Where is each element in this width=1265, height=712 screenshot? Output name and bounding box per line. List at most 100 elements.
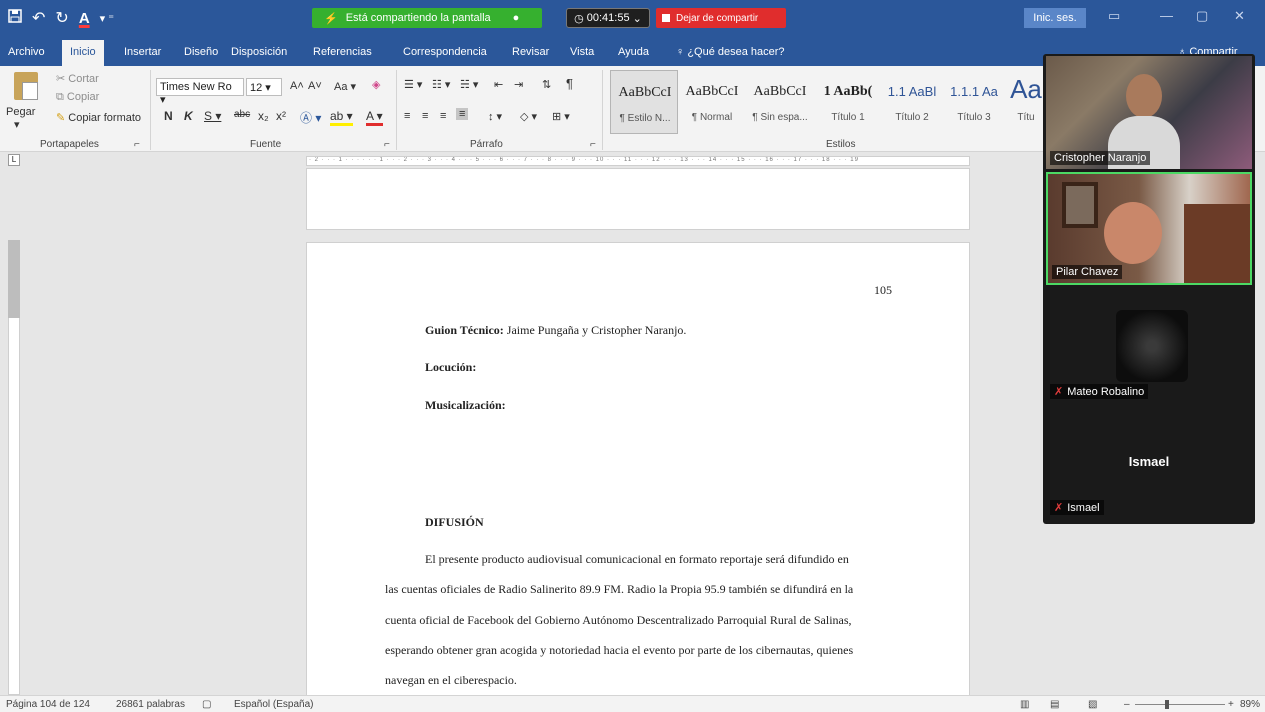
redo-icon[interactable]: ↻ <box>55 8 68 28</box>
undo-icon[interactable]: ↶ <box>32 8 45 28</box>
grow-font-icon[interactable]: A˄ <box>290 80 304 92</box>
zoom-slider-thumb[interactable] <box>1165 700 1169 709</box>
style-name: Título 1 <box>831 112 865 123</box>
save-icon[interactable] <box>8 8 22 28</box>
highlight-icon[interactable]: ab ▾ <box>330 109 353 126</box>
style-titulo-2[interactable]: 1.1 AaBl Título 2 <box>878 70 946 134</box>
paragraph-dialog-launcher-icon[interactable]: ⌐ <box>590 139 596 150</box>
stop-share-button[interactable]: Dejar de compartir <box>656 8 786 28</box>
change-case-button[interactable]: Aa ▾ <box>334 80 356 93</box>
zoom-level[interactable]: 89% <box>1240 699 1260 710</box>
customize-icon[interactable]: ▾ ⁼ <box>100 12 114 25</box>
subscript-icon[interactable]: x₂ <box>258 109 269 123</box>
font-color-icon[interactable]: A <box>79 10 90 27</box>
word-count[interactable]: 26861 palabras <box>116 699 185 710</box>
style-name: Título 3 <box>957 112 991 123</box>
align-right-icon[interactable]: ≡ <box>440 110 446 122</box>
font-size-select[interactable]: 12 ▾ <box>246 78 282 96</box>
sort-icon[interactable]: ⇅ <box>542 78 551 91</box>
style-titulo-3[interactable]: 1.1.1 Aa Título 3 <box>940 70 1008 134</box>
tab-diseno[interactable]: Diseño <box>184 46 218 58</box>
style-titulo[interactable]: Aa Títu <box>1008 70 1044 134</box>
clear-format-icon[interactable]: ◈ <box>372 78 380 91</box>
underline-icon[interactable]: S ▾ <box>204 109 221 123</box>
video-tile[interactable]: Cristopher Naranjo <box>1046 56 1252 169</box>
cut-button[interactable]: ✂ Cortar <box>56 72 99 85</box>
language[interactable]: Español (España) <box>234 699 314 710</box>
zoom-out-icon[interactable]: – <box>1124 699 1130 710</box>
meeting-timer[interactable]: ◷ 00:41:55 ⌄ <box>566 8 650 28</box>
maximize-icon[interactable]: ▢ <box>1196 8 1208 24</box>
participant-name: Mateo Robalino <box>1067 386 1145 398</box>
style-estilo-normal[interactable]: AaBbCcI ¶ Estilo N... <box>610 70 678 134</box>
avatar <box>1116 310 1188 382</box>
minimize-icon[interactable]: — <box>1160 8 1173 23</box>
page-count[interactable]: Página 104 de 124 <box>6 699 90 710</box>
style-normal[interactable]: AaBbCcI ¶ Normal <box>678 70 746 134</box>
close-icon[interactable]: ✕ <box>1234 8 1245 24</box>
previous-page[interactable] <box>306 168 970 230</box>
body-line: las cuentas oficiales de Radio Salinerit… <box>385 582 854 596</box>
decrease-indent-icon[interactable]: ⇤ <box>494 78 503 91</box>
video-tile[interactable]: Ismael ✗ Ismael <box>1046 406 1252 519</box>
tell-me-search[interactable]: ♀ ¿Qué desea hacer? <box>676 46 785 58</box>
read-mode-icon[interactable]: ▥ <box>1020 699 1029 710</box>
borders-icon[interactable]: ⊞ ▾ <box>552 110 570 123</box>
style-sin-espaciado[interactable]: AaBbCcI ¶ Sin espa... <box>746 70 814 134</box>
text-effects-icon[interactable]: Ⓐ ▾ <box>300 109 321 126</box>
ribbon-display-icon[interactable]: ▭ <box>1108 8 1120 24</box>
participant-label: ✗ Ismael <box>1050 500 1104 515</box>
tab-archivo[interactable]: Archivo <box>8 46 45 58</box>
style-name: ¶ Normal <box>691 112 733 123</box>
tab-revisar[interactable]: Revisar <box>512 46 549 58</box>
zoom-slider[interactable] <box>1135 704 1225 705</box>
increase-indent-icon[interactable]: ⇥ <box>514 78 523 91</box>
tab-selector-icon[interactable]: L <box>8 154 20 166</box>
font-dialog-launcher-icon[interactable]: ⌐ <box>384 139 390 150</box>
line-spacing-icon[interactable]: ↕ ▾ <box>488 110 502 123</box>
tab-disposicion[interactable]: Disposición <box>231 46 287 58</box>
web-layout-icon[interactable]: ▧ <box>1088 699 1097 710</box>
shrink-font-icon[interactable]: A˅ <box>308 80 322 92</box>
video-tile[interactable]: ✗ Mateo Robalino <box>1046 290 1252 403</box>
sign-in-button[interactable]: Inic. ses. <box>1024 8 1086 28</box>
video-tile-active[interactable]: Pilar Chavez <box>1046 172 1252 285</box>
tab-correspondencia[interactable]: Correspondencia <box>403 46 487 58</box>
tab-ayuda[interactable]: Ayuda <box>618 46 649 58</box>
style-name: Títu <box>1017 112 1035 123</box>
tab-insertar[interactable]: Insertar <box>124 46 161 58</box>
superscript-icon[interactable]: x² <box>276 109 286 123</box>
style-preview: AaBbCcI <box>753 84 807 99</box>
proofing-icon[interactable]: ▢ <box>202 699 211 710</box>
ruler-track[interactable]: · 2 · · · 1 · · · · · · 1 · · · 2 · · · … <box>306 156 970 166</box>
style-name: Título 2 <box>895 112 929 123</box>
numbering-icon[interactable]: ☷ ▾ <box>432 78 450 91</box>
italic-icon[interactable]: K <box>184 109 193 123</box>
font-color-button-icon[interactable]: A ▾ <box>366 109 383 126</box>
clock-icon: ◷ <box>574 12 587 25</box>
strikethrough-icon[interactable]: abc <box>234 109 250 120</box>
paste-chevron-icon[interactable]: ▾ <box>14 118 20 131</box>
document-page[interactable]: 105 Guion Técnico: Jaime Pungaña y Crist… <box>306 242 970 697</box>
paste-icon[interactable] <box>14 72 38 100</box>
tab-referencias[interactable]: Referencias <box>313 46 372 58</box>
style-titulo-1[interactable]: 1 AaBb( Título 1 <box>814 70 882 134</box>
font-family-select[interactable]: Times New Ro ▾ <box>156 78 244 106</box>
bullets-icon[interactable]: ☰ ▾ <box>404 78 422 91</box>
copy-button[interactable]: ⧉ Copiar <box>56 91 99 104</box>
shading-icon[interactable]: ◇ ▾ <box>520 110 537 123</box>
zoom-in-icon[interactable]: + <box>1228 699 1234 710</box>
dialog-launcher-icon[interactable]: ⌐ <box>134 139 140 150</box>
body-line: esperando obtener gran acogida y notorie… <box>385 643 854 657</box>
multilevel-list-icon[interactable]: ☵ ▾ <box>460 78 478 91</box>
justify-icon[interactable]: ≡ <box>456 108 469 120</box>
bold-icon[interactable]: N <box>164 109 173 123</box>
print-layout-icon[interactable]: ▤ <box>1050 699 1059 710</box>
align-left-icon[interactable]: ≡ <box>404 110 410 122</box>
tab-vista[interactable]: Vista <box>570 46 594 58</box>
format-painter-button[interactable]: ✎ Copiar formato <box>56 111 141 124</box>
pilcrow-icon[interactable]: ¶ <box>566 76 573 91</box>
tab-inicio[interactable]: Inicio <box>62 40 104 66</box>
align-center-icon[interactable]: ≡ <box>422 110 428 122</box>
paste-label[interactable]: Pegar <box>6 106 35 118</box>
